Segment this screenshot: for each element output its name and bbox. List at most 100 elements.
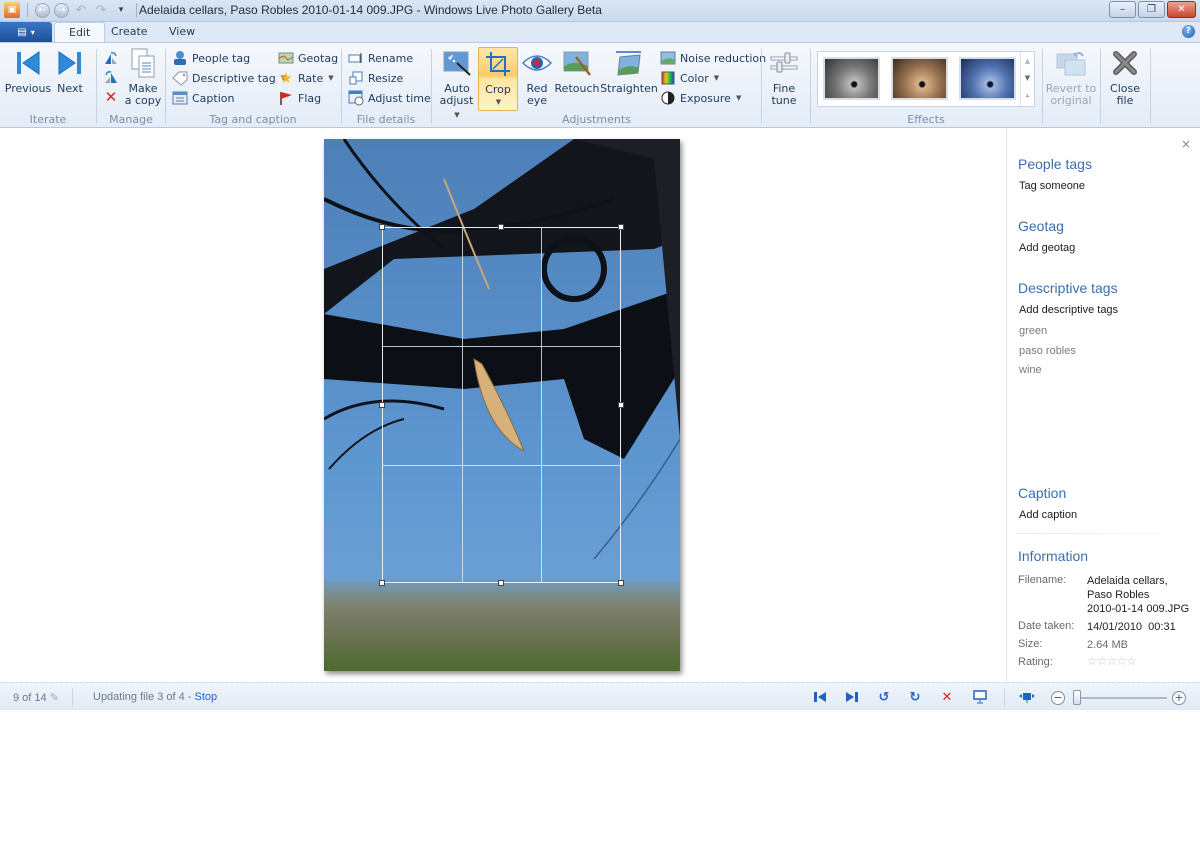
photo-gallery-icon[interactable]: ▣ bbox=[4, 2, 20, 18]
info-pane: × People tags Tag someone Geotag Add geo… bbox=[1006, 128, 1200, 682]
adjust-time-button[interactable]: Adjust time bbox=[348, 89, 431, 107]
resize-button[interactable]: Resize bbox=[348, 69, 403, 87]
exposure-button[interactable]: Exposure ▼ bbox=[660, 89, 741, 107]
customize-qat-icon[interactable]: ▾ bbox=[113, 2, 129, 18]
geotag-button[interactable]: Geotag bbox=[278, 49, 338, 67]
exposure-label: Exposure bbox=[680, 91, 731, 105]
rotate-left-button[interactable] bbox=[103, 49, 119, 67]
filename-line: Paso Robles bbox=[1087, 589, 1150, 601]
fit-to-window-button[interactable] bbox=[1019, 689, 1035, 705]
color-button[interactable]: Color ▼ bbox=[660, 69, 719, 87]
last-photo-button[interactable] bbox=[844, 689, 860, 705]
rate-label: Rate bbox=[298, 71, 324, 85]
group-file-details: Rename Resize Adjust time File details bbox=[342, 43, 431, 128]
close-file-icon bbox=[1109, 47, 1141, 79]
tag-item[interactable]: green bbox=[1019, 325, 1047, 337]
close-window-button[interactable]: ✕ bbox=[1167, 1, 1196, 18]
zoom-in-button[interactable]: + bbox=[1172, 691, 1186, 705]
minimize-button[interactable]: – bbox=[1109, 1, 1136, 18]
crop-handle-left[interactable] bbox=[379, 402, 385, 408]
rotate-left-status-button[interactable]: ↺ bbox=[876, 689, 892, 705]
crop-handle-top[interactable] bbox=[498, 224, 504, 230]
restore-button[interactable]: ❐ bbox=[1138, 1, 1165, 18]
previous-button[interactable]: Previous bbox=[5, 47, 51, 95]
back-icon[interactable]: ← bbox=[35, 2, 50, 18]
rotate-left-icon bbox=[103, 50, 119, 66]
fine-tune-button[interactable]: Fine tune bbox=[766, 47, 802, 107]
tag-item[interactable]: paso robles bbox=[1019, 345, 1076, 357]
descriptive-tag-button[interactable]: Descriptive tag ▼ bbox=[172, 69, 286, 87]
zoom-slider-thumb[interactable] bbox=[1072, 690, 1081, 705]
update-progress-text: Updating file 3 of 4 - bbox=[93, 691, 195, 703]
add-geotag-link[interactable]: Add geotag bbox=[1019, 242, 1075, 254]
retouch-button[interactable]: Retouch bbox=[555, 47, 599, 95]
rotate-counterclockwise-icon: ↺ bbox=[878, 689, 890, 705]
tab-view[interactable]: View bbox=[155, 22, 209, 42]
add-descriptive-tags-link[interactable]: Add descriptive tags bbox=[1019, 304, 1118, 316]
rotate-right-status-button[interactable]: ↻ bbox=[907, 689, 923, 705]
make-copy-button[interactable]: Make a copy bbox=[123, 47, 163, 107]
skip-back-icon bbox=[814, 692, 826, 702]
rename-button[interactable]: Rename bbox=[348, 49, 413, 67]
descriptive-tags-heading: Descriptive tags bbox=[1018, 280, 1118, 296]
first-photo-button[interactable] bbox=[812, 689, 828, 705]
previous-icon bbox=[12, 47, 44, 79]
size-value: 2.64 MB bbox=[1087, 639, 1128, 651]
next-button[interactable]: Next bbox=[54, 47, 86, 95]
flag-button[interactable]: Flag bbox=[278, 89, 321, 107]
rate-button[interactable]: ★ Rate ▼ bbox=[278, 69, 333, 87]
add-caption-link[interactable]: Add caption bbox=[1019, 509, 1077, 521]
close-file-button[interactable]: Close file bbox=[1104, 47, 1146, 107]
rotate-right-button[interactable] bbox=[103, 68, 119, 86]
straighten-icon bbox=[613, 47, 645, 79]
tag-item[interactable]: wine bbox=[1019, 364, 1042, 376]
undo-icon[interactable]: ↶ bbox=[73, 2, 89, 18]
crop-handle-bottom-right[interactable] bbox=[618, 580, 624, 586]
photo-canvas[interactable] bbox=[324, 139, 680, 671]
straighten-button[interactable]: Straighten bbox=[600, 47, 658, 95]
crop-handle-top-left[interactable] bbox=[379, 224, 385, 230]
skip-forward-icon bbox=[846, 692, 858, 702]
zoom-out-button[interactable]: − bbox=[1051, 691, 1065, 705]
crop-button[interactable]: Crop ▼ bbox=[478, 47, 518, 111]
crop-selection[interactable] bbox=[379, 224, 624, 586]
crop-handle-right[interactable] bbox=[618, 402, 624, 408]
slideshow-icon bbox=[973, 690, 987, 704]
crop-handle-bottom[interactable] bbox=[498, 580, 504, 586]
revert-to-original-button[interactable]: Revert to original bbox=[1045, 47, 1097, 107]
auto-adjust-button[interactable]: Auto adjust ▼ bbox=[436, 47, 478, 121]
help-icon[interactable]: ? bbox=[1182, 25, 1195, 38]
next-label: Next bbox=[57, 82, 83, 95]
delete-status-button[interactable]: ✕ bbox=[939, 689, 955, 705]
tab-create[interactable]: Create bbox=[97, 22, 162, 42]
people-tag-button[interactable]: People tag bbox=[172, 49, 250, 67]
exposure-icon bbox=[660, 90, 676, 106]
group-effects: Effects bbox=[811, 43, 1041, 128]
tag-someone-link[interactable]: Tag someone bbox=[1019, 180, 1085, 192]
auto-adjust-icon bbox=[441, 47, 473, 79]
geotag-label: Geotag bbox=[298, 51, 339, 65]
zoom-slider-track[interactable] bbox=[1073, 697, 1167, 699]
qat-separator bbox=[136, 3, 137, 17]
app-menu-button[interactable]: ▤ ▾ bbox=[0, 22, 52, 42]
noise-reduction-icon bbox=[660, 50, 676, 66]
window-controls: – ❐ ✕ bbox=[1109, 1, 1196, 18]
forward-icon[interactable]: → bbox=[54, 2, 69, 18]
slideshow-button[interactable] bbox=[972, 689, 988, 705]
noise-reduction-button[interactable]: Noise reduction bbox=[660, 49, 766, 67]
delete-button[interactable]: ✕ bbox=[103, 88, 119, 106]
close-pane-icon[interactable]: × bbox=[1181, 137, 1191, 151]
group-label-iterate: Iterate bbox=[29, 113, 67, 126]
rating-stars[interactable]: ☆☆☆☆☆ bbox=[1087, 654, 1137, 668]
red-eye-button[interactable]: Red eye bbox=[522, 47, 552, 107]
quick-access-toolbar: ▣ ← → ↶ ↷ ▾ bbox=[4, 2, 140, 18]
pencil-icon[interactable]: ✎ bbox=[50, 692, 59, 704]
crop-handle-top-right[interactable] bbox=[618, 224, 624, 230]
delete-icon: ✕ bbox=[941, 689, 953, 705]
date-taken-value[interactable]: 14/01/2010 00:31 bbox=[1087, 620, 1176, 634]
filename-line: Adelaida cellars, bbox=[1087, 575, 1168, 587]
redo-icon[interactable]: ↷ bbox=[93, 2, 109, 18]
caption-button[interactable]: Caption bbox=[172, 89, 234, 107]
crop-handle-bottom-left[interactable] bbox=[379, 580, 385, 586]
stop-link[interactable]: Stop bbox=[195, 691, 218, 703]
